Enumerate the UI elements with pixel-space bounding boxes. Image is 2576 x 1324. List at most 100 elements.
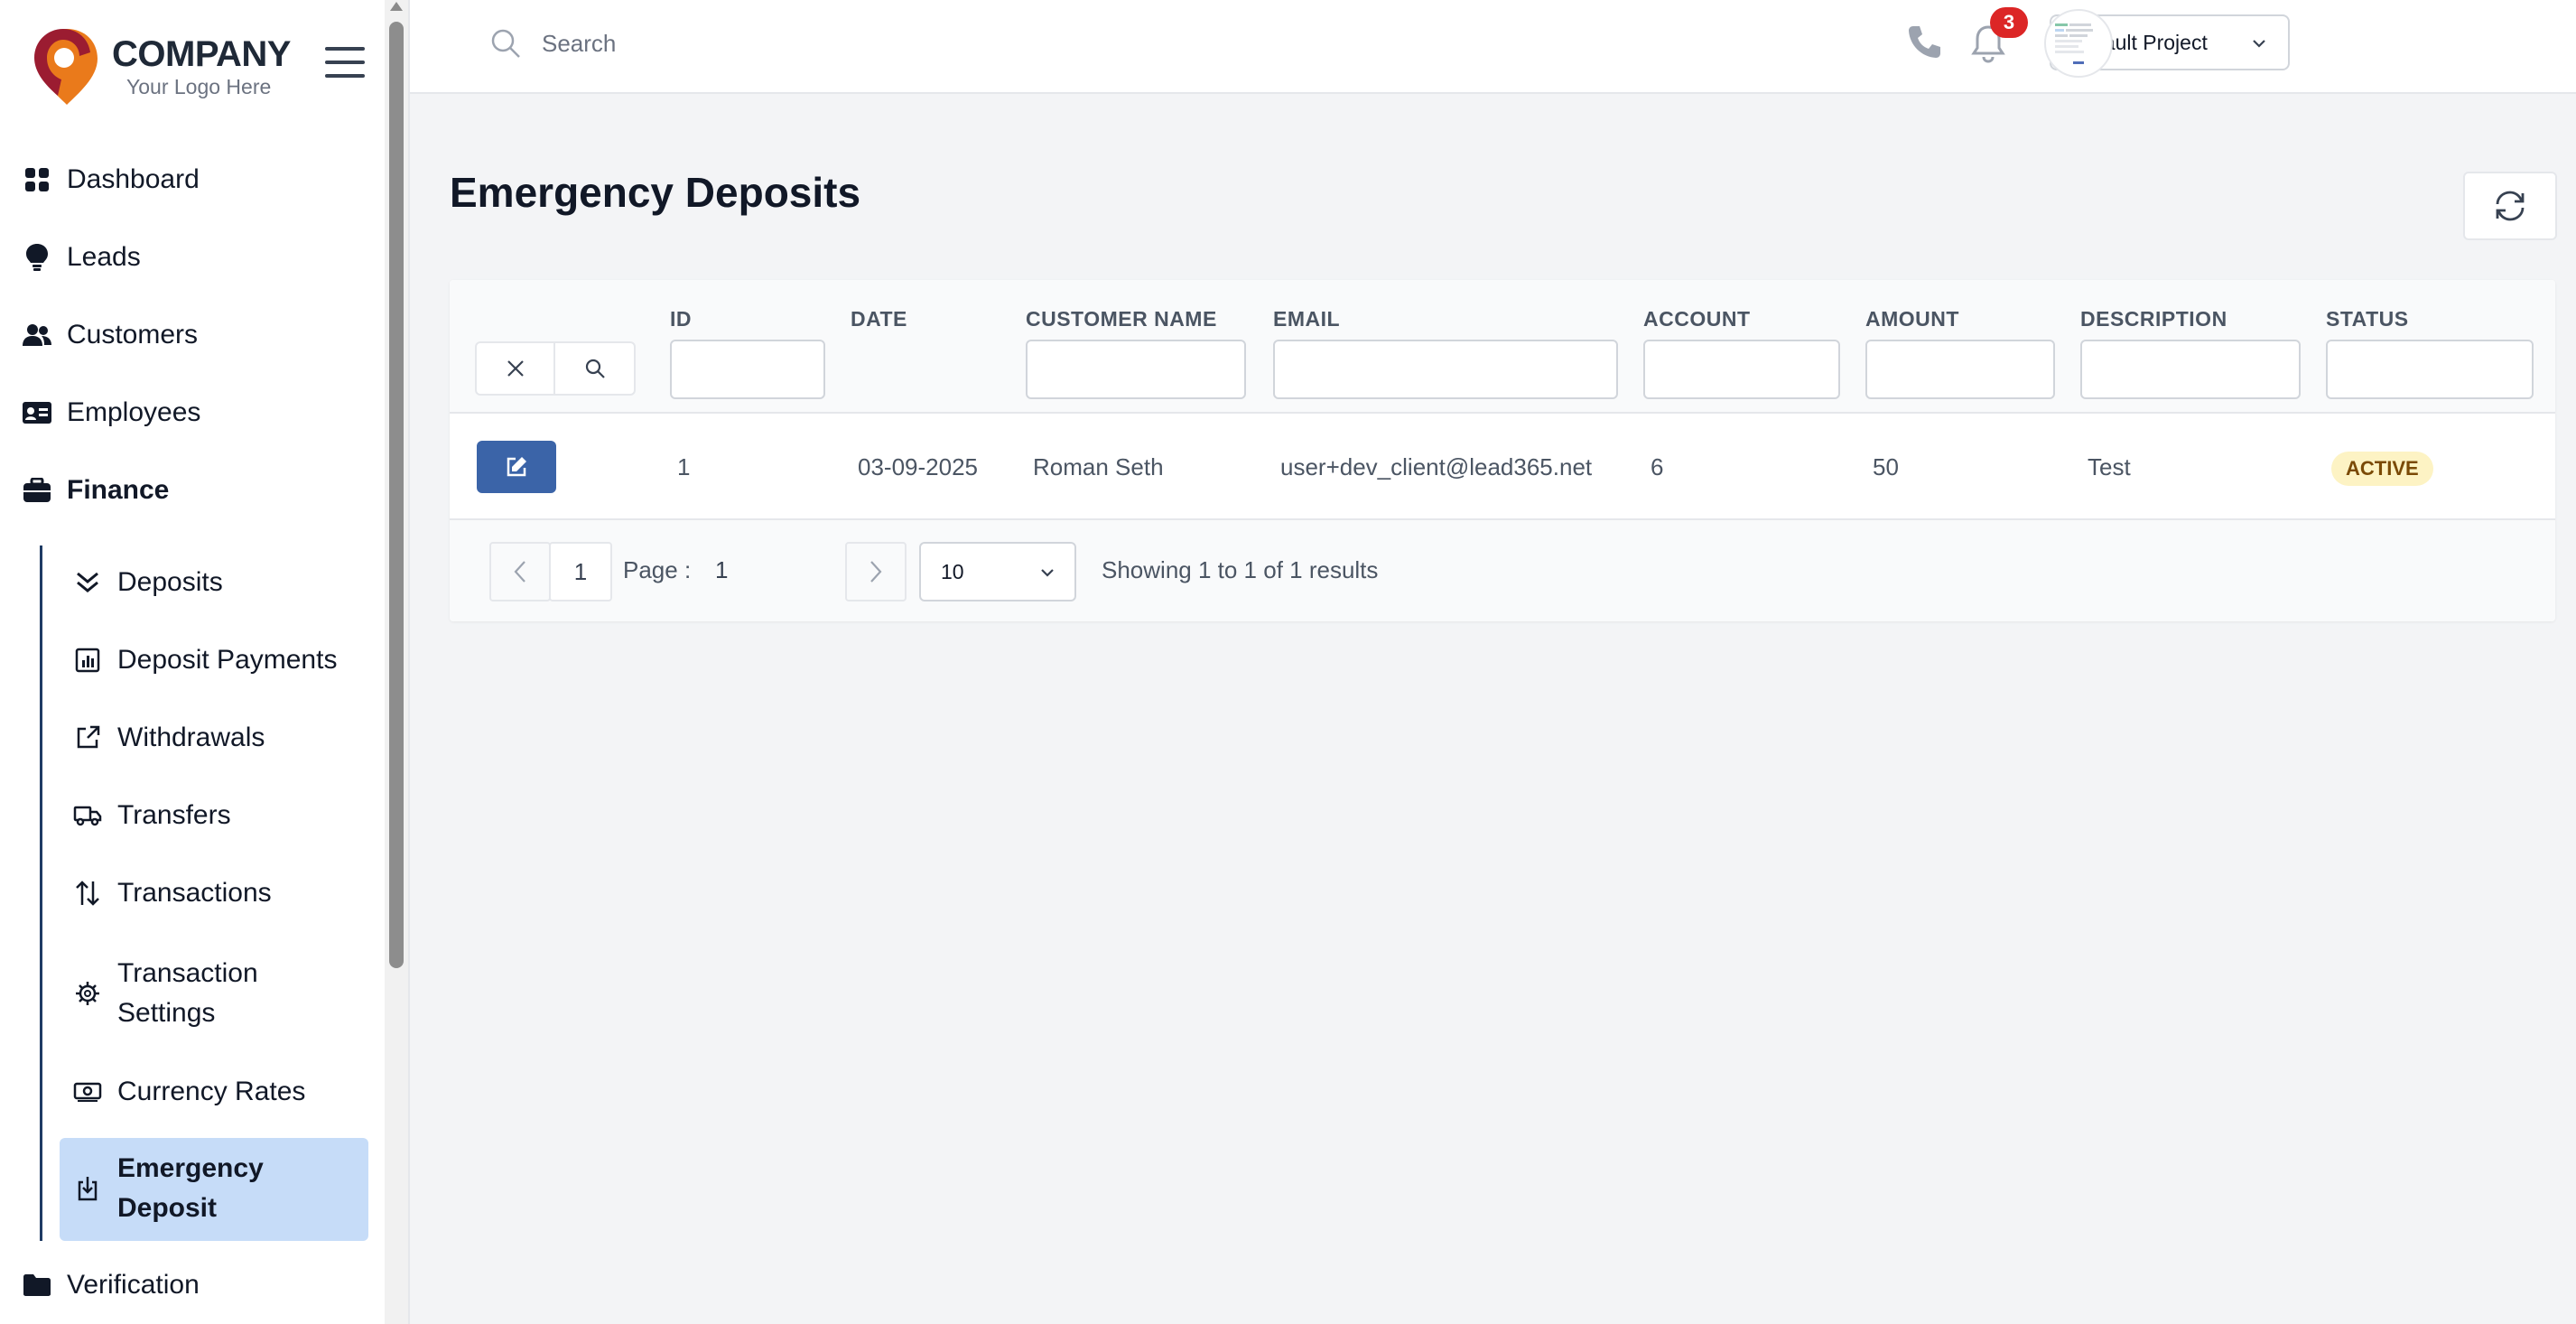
filter-amount-input[interactable] bbox=[1865, 340, 2055, 399]
search-icon bbox=[491, 29, 520, 58]
sidebar-item-transactions[interactable]: Transactions bbox=[72, 878, 272, 909]
sidebar-item-label: Deposits bbox=[117, 567, 223, 597]
label-line-1: Transaction bbox=[117, 958, 258, 988]
sidebar-item-employees[interactable]: Employees bbox=[22, 397, 200, 428]
sidebar-item-deposits[interactable]: Deposits bbox=[72, 567, 223, 598]
page-number-input[interactable]: 1 bbox=[549, 542, 612, 601]
column-header-status: STATUS bbox=[2326, 307, 2409, 331]
sidebar-item-transaction-settings[interactable]: Transaction Settings bbox=[72, 954, 258, 1033]
scroll-up-arrow-icon[interactable] bbox=[390, 2, 403, 11]
download-icon bbox=[72, 1173, 103, 1204]
edit-button[interactable] bbox=[477, 441, 556, 493]
lightbulb-icon bbox=[22, 242, 52, 273]
submenu-line bbox=[40, 545, 42, 1241]
clear-filters-button[interactable] bbox=[477, 343, 556, 394]
sidebar-item-transfers[interactable]: Transfers bbox=[72, 800, 231, 831]
filter-actions bbox=[475, 341, 636, 396]
sidebar-item-label: Withdrawals bbox=[117, 723, 265, 752]
search-input[interactable] bbox=[542, 25, 993, 61]
sidebar-item-label: Transfers bbox=[117, 800, 231, 830]
sidebar-item-emergency-deposit[interactable]: Emergency Deposit bbox=[72, 1149, 264, 1228]
top-bar: Default Project 3 bbox=[410, 0, 2576, 94]
filter-account-input[interactable] bbox=[1643, 340, 1840, 399]
phone-icon[interactable] bbox=[1905, 23, 1943, 61]
cell-customer-name: Roman Seth bbox=[1033, 453, 1164, 480]
page-title: Emergency Deposits bbox=[450, 169, 861, 216]
company-logo[interactable]: COMPANY Your Logo Here bbox=[31, 25, 291, 108]
company-name: COMPANY bbox=[112, 34, 291, 74]
menu-toggle-icon[interactable] bbox=[325, 47, 365, 78]
dashboard-grid-icon bbox=[22, 164, 52, 195]
column-header-description: DESCRIPTION bbox=[2080, 307, 2227, 331]
filter-customer-name-input[interactable] bbox=[1026, 340, 1246, 399]
id-card-icon bbox=[22, 397, 52, 428]
sidebar: COMPANY Your Logo Here Dashboard Leads C… bbox=[0, 0, 386, 1324]
status-badge: ACTIVE bbox=[2331, 452, 2433, 486]
double-chevron-down-icon bbox=[72, 567, 103, 598]
avatar[interactable] bbox=[2044, 9, 2113, 78]
column-header-customer-name: CUSTOMER NAME bbox=[1026, 307, 1217, 331]
column-header-email: EMAIL bbox=[1273, 307, 1341, 331]
sidebar-item-label: Transaction Settings bbox=[117, 954, 258, 1033]
refresh-icon bbox=[2496, 191, 2525, 221]
sidebar-item-verification[interactable]: Verification bbox=[22, 1270, 200, 1301]
cell-description: Test bbox=[2088, 453, 2131, 480]
page-label: Page : bbox=[623, 556, 692, 583]
column-header-amount: AMOUNT bbox=[1865, 307, 1959, 331]
page-size-value: 10 bbox=[941, 559, 964, 583]
notification-badge: 3 bbox=[1990, 7, 2028, 38]
sidebar-item-label: Emergency Deposit bbox=[117, 1149, 264, 1228]
table-header: ID DATE CUSTOMER NAME EMAIL ACCOUNT AMOU… bbox=[450, 280, 2555, 414]
filter-id-input[interactable] bbox=[670, 340, 825, 399]
search-icon bbox=[585, 359, 605, 378]
edit-icon bbox=[507, 457, 526, 477]
sidebar-item-currency-rates[interactable]: Currency Rates bbox=[72, 1077, 305, 1107]
sidebar-item-dashboard[interactable]: Dashboard bbox=[22, 164, 200, 195]
chevron-down-icon bbox=[1041, 569, 1054, 577]
next-page-button[interactable] bbox=[845, 542, 907, 601]
avatar-image bbox=[2055, 23, 2093, 64]
cell-account: 6 bbox=[1651, 453, 1664, 480]
current-page: 1 bbox=[715, 556, 729, 583]
close-icon bbox=[507, 360, 524, 377]
sidebar-item-label: Currency Rates bbox=[117, 1077, 306, 1106]
sidebar-item-withdrawals[interactable]: Withdrawals bbox=[72, 723, 265, 753]
filter-description-input[interactable] bbox=[2080, 340, 2301, 399]
prev-page-button[interactable] bbox=[489, 542, 551, 601]
sidebar-item-deposit-payments[interactable]: Deposit Payments bbox=[72, 645, 337, 676]
apply-filters-button[interactable] bbox=[555, 343, 634, 394]
chevron-down-icon bbox=[2253, 40, 2265, 48]
cell-amount: 50 bbox=[1873, 453, 1899, 480]
banknote-icon bbox=[72, 1077, 103, 1107]
sidebar-item-leads[interactable]: Leads bbox=[22, 242, 141, 273]
sidebar-item-label: Dashboard bbox=[67, 164, 200, 194]
sidebar-scrollbar[interactable] bbox=[385, 0, 408, 1324]
scrollbar-thumb[interactable] bbox=[389, 22, 404, 968]
sidebar-item-finance[interactable]: Finance bbox=[22, 475, 169, 506]
truck-icon bbox=[72, 800, 103, 831]
sidebar-item-label: Finance bbox=[67, 475, 170, 505]
arrows-up-down-icon bbox=[72, 878, 103, 909]
sidebar-divider bbox=[408, 0, 410, 1324]
refresh-button[interactable] bbox=[2463, 172, 2557, 240]
sidebar-item-customers[interactable]: Customers bbox=[22, 320, 198, 350]
filter-status-input[interactable] bbox=[2326, 340, 2534, 399]
sidebar-item-label: Customers bbox=[67, 320, 199, 350]
briefcase-icon bbox=[22, 475, 52, 506]
cell-id: 1 bbox=[677, 453, 691, 480]
cell-email: user+dev_client@lead365.net bbox=[1280, 453, 1593, 480]
deposits-table: ID DATE CUSTOMER NAME EMAIL ACCOUNT AMOU… bbox=[450, 280, 2555, 621]
bar-chart-icon bbox=[72, 645, 103, 676]
results-summary: Showing 1 to 1 of 1 results bbox=[1102, 556, 1379, 583]
sidebar-item-label: Employees bbox=[67, 397, 201, 427]
column-header-date: DATE bbox=[851, 307, 907, 331]
chevron-left-icon bbox=[514, 561, 525, 583]
gear-icon bbox=[72, 978, 103, 1009]
filter-email-input[interactable] bbox=[1273, 340, 1618, 399]
table-row: 1 03-09-2025 Roman Seth user+dev_client@… bbox=[450, 414, 2555, 520]
page-size-select[interactable]: 10 bbox=[919, 542, 1076, 601]
table-footer bbox=[450, 520, 2555, 621]
company-tagline: Your Logo Here bbox=[126, 75, 272, 98]
column-header-id: ID bbox=[670, 307, 692, 331]
sidebar-item-label: Transactions bbox=[117, 878, 272, 908]
